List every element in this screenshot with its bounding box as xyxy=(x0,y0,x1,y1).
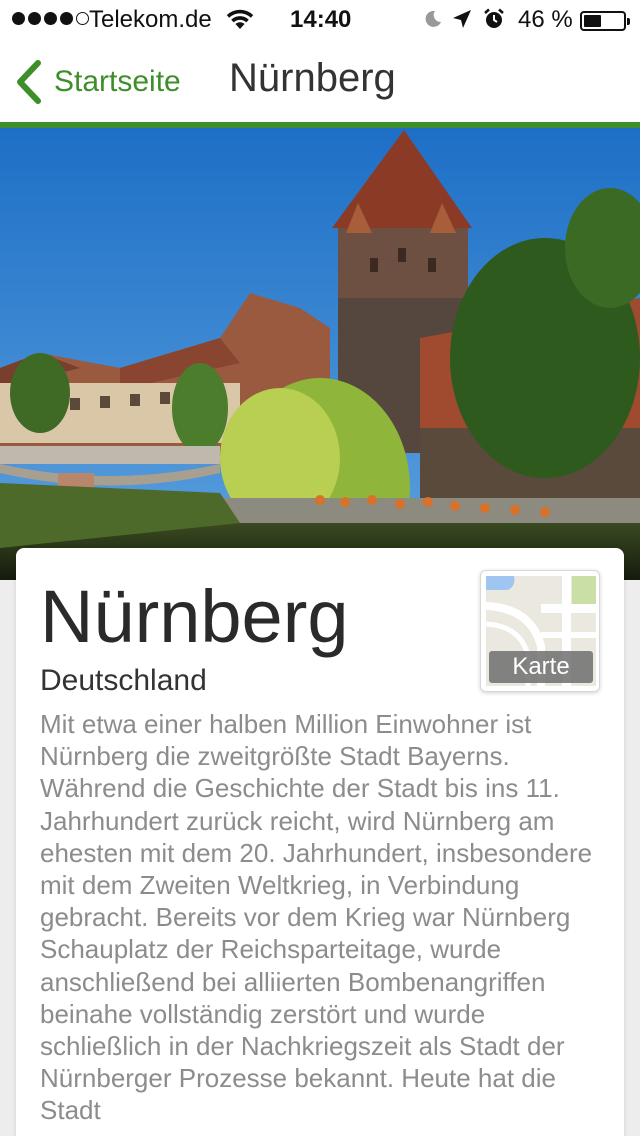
signal-dot xyxy=(44,12,57,25)
country-label: Deutschland xyxy=(40,664,207,697)
wifi-icon xyxy=(226,9,254,29)
signal-strength-icon xyxy=(12,12,89,25)
signal-dot xyxy=(28,12,41,25)
battery-percentage: 46 % xyxy=(518,6,573,33)
city-info-card: Nürnberg Deutschland Karte Mit etwa eine… xyxy=(16,548,624,1136)
back-button-label: Startseite xyxy=(54,65,181,98)
carrier-name: Telekom.de xyxy=(89,6,212,33)
city-description: Mit etwa einer halben Million Einwohner … xyxy=(40,709,593,1126)
battery-level-fill xyxy=(584,15,601,27)
battery-icon xyxy=(580,11,630,31)
chevron-left-icon xyxy=(17,60,41,104)
clock-time: 14:40 xyxy=(290,6,352,33)
do-not-disturb-icon xyxy=(425,10,441,27)
back-button[interactable]: Startseite xyxy=(14,60,181,104)
city-name-heading: Nürnberg xyxy=(40,575,349,658)
map-button-label: Karte xyxy=(489,651,593,683)
map-button[interactable]: Karte xyxy=(480,570,600,692)
navigation-bar: Startseite Nürnberg xyxy=(0,40,640,122)
status-bar: Telekom.de 14:40 46 % xyxy=(0,0,640,40)
alarm-clock-icon xyxy=(484,8,504,28)
signal-dot xyxy=(12,12,25,25)
city-hero-photo xyxy=(0,128,640,580)
city-photo-illustration xyxy=(0,128,640,580)
signal-dot xyxy=(76,12,89,25)
page-title: Nürnberg xyxy=(229,56,396,100)
signal-dot xyxy=(60,12,73,25)
location-arrow-icon xyxy=(453,10,471,28)
